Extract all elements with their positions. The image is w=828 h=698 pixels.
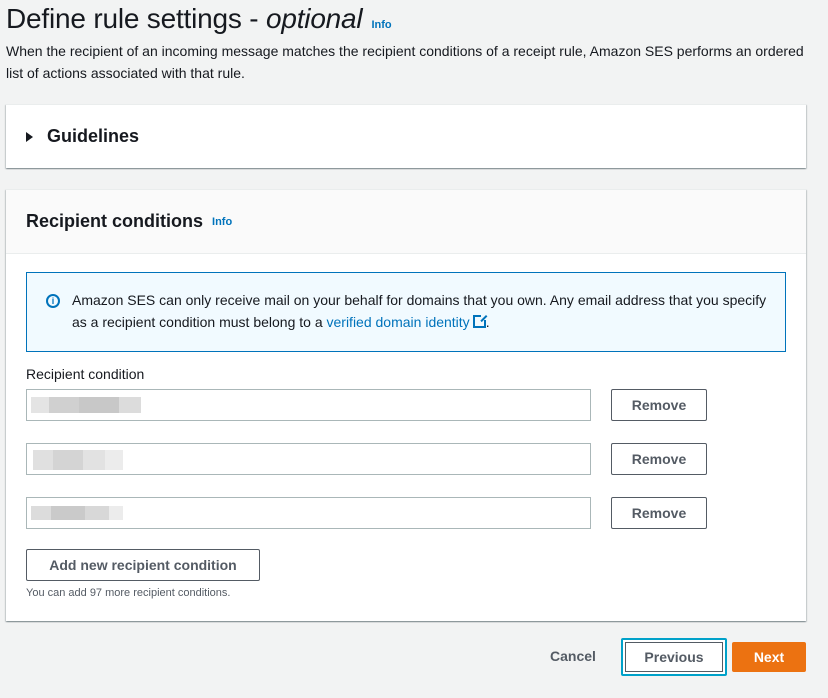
recipient-condition-input[interactable] bbox=[26, 443, 591, 475]
verified-domain-identity-link[interactable]: verified domain identity bbox=[327, 314, 487, 330]
remove-condition-button[interactable]: Remove bbox=[611, 497, 707, 529]
optional-label: optional bbox=[265, 3, 363, 34]
guidelines-label: Guidelines bbox=[47, 126, 140, 146]
recipient-conditions-panel: Recipient conditions Info i Amazon SES c… bbox=[6, 189, 806, 621]
condition-row: Remove bbox=[26, 389, 707, 421]
caret-right-icon bbox=[26, 131, 33, 142]
external-link-icon bbox=[472, 314, 487, 328]
recipient-conditions-info-link[interactable]: Info bbox=[212, 216, 232, 228]
recipient-condition-input[interactable] bbox=[26, 497, 591, 529]
redacted-value bbox=[31, 397, 141, 413]
remove-condition-button[interactable]: Remove bbox=[611, 443, 707, 475]
page-title: Define rule settings - optional bbox=[6, 3, 363, 34]
remove-condition-button[interactable]: Remove bbox=[611, 389, 707, 421]
recipient-conditions-header: Recipient conditions Info bbox=[6, 190, 806, 254]
redacted-value bbox=[33, 450, 123, 470]
page-description: When the recipient of an incoming messag… bbox=[6, 43, 804, 81]
recipient-condition-label: Recipient condition bbox=[26, 366, 145, 382]
previous-button[interactable]: Previous bbox=[621, 638, 727, 676]
next-button[interactable]: Next bbox=[732, 642, 806, 672]
page-header: Define rule settings - optional Info Whe… bbox=[6, 2, 822, 84]
guidelines-expander[interactable]: Guidelines bbox=[6, 104, 806, 168]
recipient-condition-input[interactable] bbox=[26, 389, 591, 421]
condition-row: Remove bbox=[26, 443, 707, 475]
title-info-link[interactable]: Info bbox=[371, 19, 391, 31]
condition-row: Remove bbox=[26, 497, 707, 529]
redacted-value bbox=[31, 506, 123, 520]
conditions-remaining-hint: You can add 97 more recipient conditions… bbox=[26, 587, 231, 599]
add-recipient-condition-button[interactable]: Add new recipient condition bbox=[26, 549, 260, 581]
cancel-button[interactable]: Cancel bbox=[550, 648, 596, 664]
recipient-conditions-heading: Recipient conditions bbox=[26, 211, 204, 231]
info-alert: i Amazon SES can only receive mail on yo… bbox=[26, 272, 786, 352]
info-circle-icon: i bbox=[46, 294, 60, 308]
